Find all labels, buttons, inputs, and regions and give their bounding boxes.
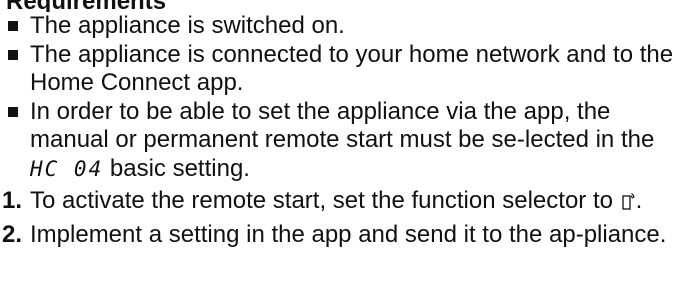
requirement-item: In order to be able to set the appliance…: [0, 98, 680, 184]
step-text: To activate the remote start, set the fu…: [30, 187, 620, 214]
section-heading: Requirements: [6, 0, 689, 12]
step-item: 2. Implement a setting in the app and se…: [0, 221, 685, 250]
document-section: Requirements The appliance is switched o…: [0, 0, 689, 254]
step-text: Implement a setting in the app and send …: [30, 220, 667, 248]
requirement-text: In order to be able to set the appliance…: [30, 97, 655, 154]
steps-list: 1. To activate the remote start, set the…: [0, 187, 689, 249]
bullet-square-icon: [8, 106, 18, 117]
remote-start-icon: [621, 191, 636, 211]
display-code: HC 04: [30, 156, 104, 181]
step-number: 1.: [2, 187, 23, 214]
step-item: 1. To activate the remote start, set the…: [0, 187, 685, 216]
requirement-item: The appliance is connected to your home …: [0, 41, 680, 98]
requirement-text: The appliance is connected to your home …: [30, 40, 674, 97]
step-number: 2.: [2, 220, 23, 248]
requirement-item: The appliance is switched on.: [0, 12, 680, 41]
step-text-end: .: [635, 187, 643, 214]
requirement-text-end: basic setting.: [103, 154, 250, 182]
requirement-text: The appliance is switched on.: [30, 12, 345, 39]
bullet-square-icon: [8, 21, 18, 31]
bullet-square-icon: [8, 49, 18, 60]
requirements-list: The appliance is switched on. The applia…: [0, 12, 689, 183]
